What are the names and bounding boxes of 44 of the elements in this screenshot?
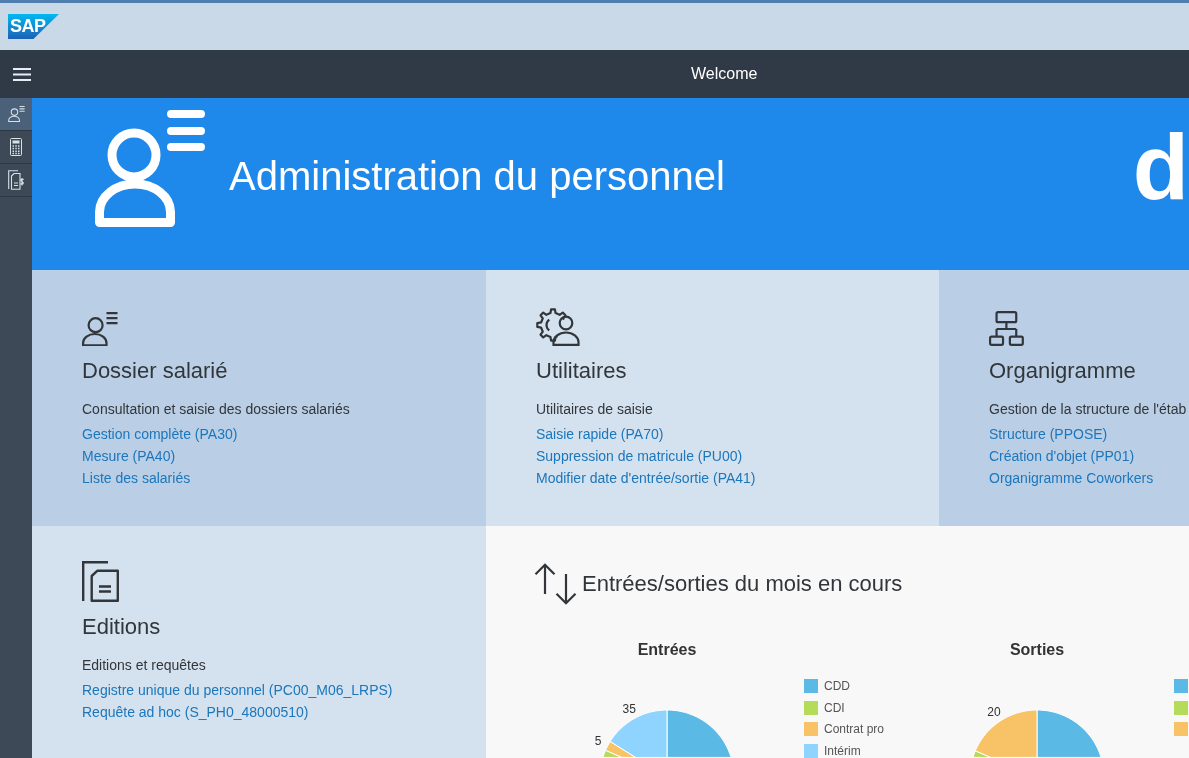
chart-title: Entrées	[637, 640, 697, 660]
tile-title: Organigramme	[989, 358, 1136, 384]
tile-link[interactable]: Mesure (PA40)	[82, 445, 176, 467]
legend-label: Contrat pro	[824, 722, 885, 736]
slice-value-label: 20	[987, 705, 1001, 719]
tile-link[interactable]: Saisie rapide (PA70)	[536, 423, 664, 445]
logo: SAP	[8, 14, 59, 39]
banner-logo: d	[1132, 121, 1189, 213]
up-down-arrows-icon	[534, 563, 577, 605]
documents-icon	[8, 170, 24, 190]
tile-title: Utilitaires	[536, 358, 627, 384]
tile-link[interactable]: Registre unique du personnel (PC00_M06_LRPS)	[82, 679, 393, 701]
tile-link[interactable]: Organigramme Coworkers	[989, 467, 1154, 489]
person-list-icon	[82, 311, 118, 346]
tile-title: Editions	[82, 614, 161, 640]
calculator-icon	[10, 138, 22, 156]
slice-value-label: 35	[622, 701, 636, 716]
banner-title: Administration du personnel	[229, 153, 725, 200]
person-list-icon	[7, 106, 25, 122]
person-list-icon	[95, 108, 205, 227]
legend-label: CDD	[824, 679, 850, 693]
tile-link[interactable]: Liste des salariés	[82, 467, 191, 489]
tile-link[interactable]: Requête ad hoc (S_PH0_48000510)	[82, 701, 309, 723]
menu-icon	[12, 67, 31, 81]
tile-description: Utilitaires de saisie	[536, 400, 653, 419]
tile-link[interactable]: Structure (PPOSE)	[989, 423, 1108, 445]
tile-link[interactable]: Création d'objet (PP01)	[989, 445, 1135, 467]
tile-description: Consultation et saisie des dossiers salariés	[82, 400, 350, 419]
org-chart-icon	[989, 311, 1024, 346]
sidebar-item[interactable]	[0, 98, 32, 131]
legend-label: Intérim	[824, 743, 861, 758]
legend-label: CDI	[824, 700, 845, 715]
tile-title: Dossier salarié	[82, 358, 228, 384]
panel-title: Entrées/sorties du mois en cours	[582, 571, 903, 597]
tile-link[interactable]: Modifier date d'entrée/sortie (PA41)	[536, 467, 756, 489]
tile-description: Editions et requêtes	[82, 656, 206, 675]
slice-value-label: 5	[594, 733, 602, 748]
shell-title: Welcome	[691, 64, 758, 84]
tile-link[interactable]: Suppression de matricule (PU00)	[536, 445, 743, 467]
tile-link[interactable]: Gestion complète (PA30)	[82, 423, 238, 445]
person-gear-icon	[536, 308, 580, 346]
tile-description: Gestion de la structure de l'étab	[989, 400, 1187, 419]
chart-title: Sorties	[1009, 640, 1065, 660]
documents-icon	[82, 561, 119, 602]
